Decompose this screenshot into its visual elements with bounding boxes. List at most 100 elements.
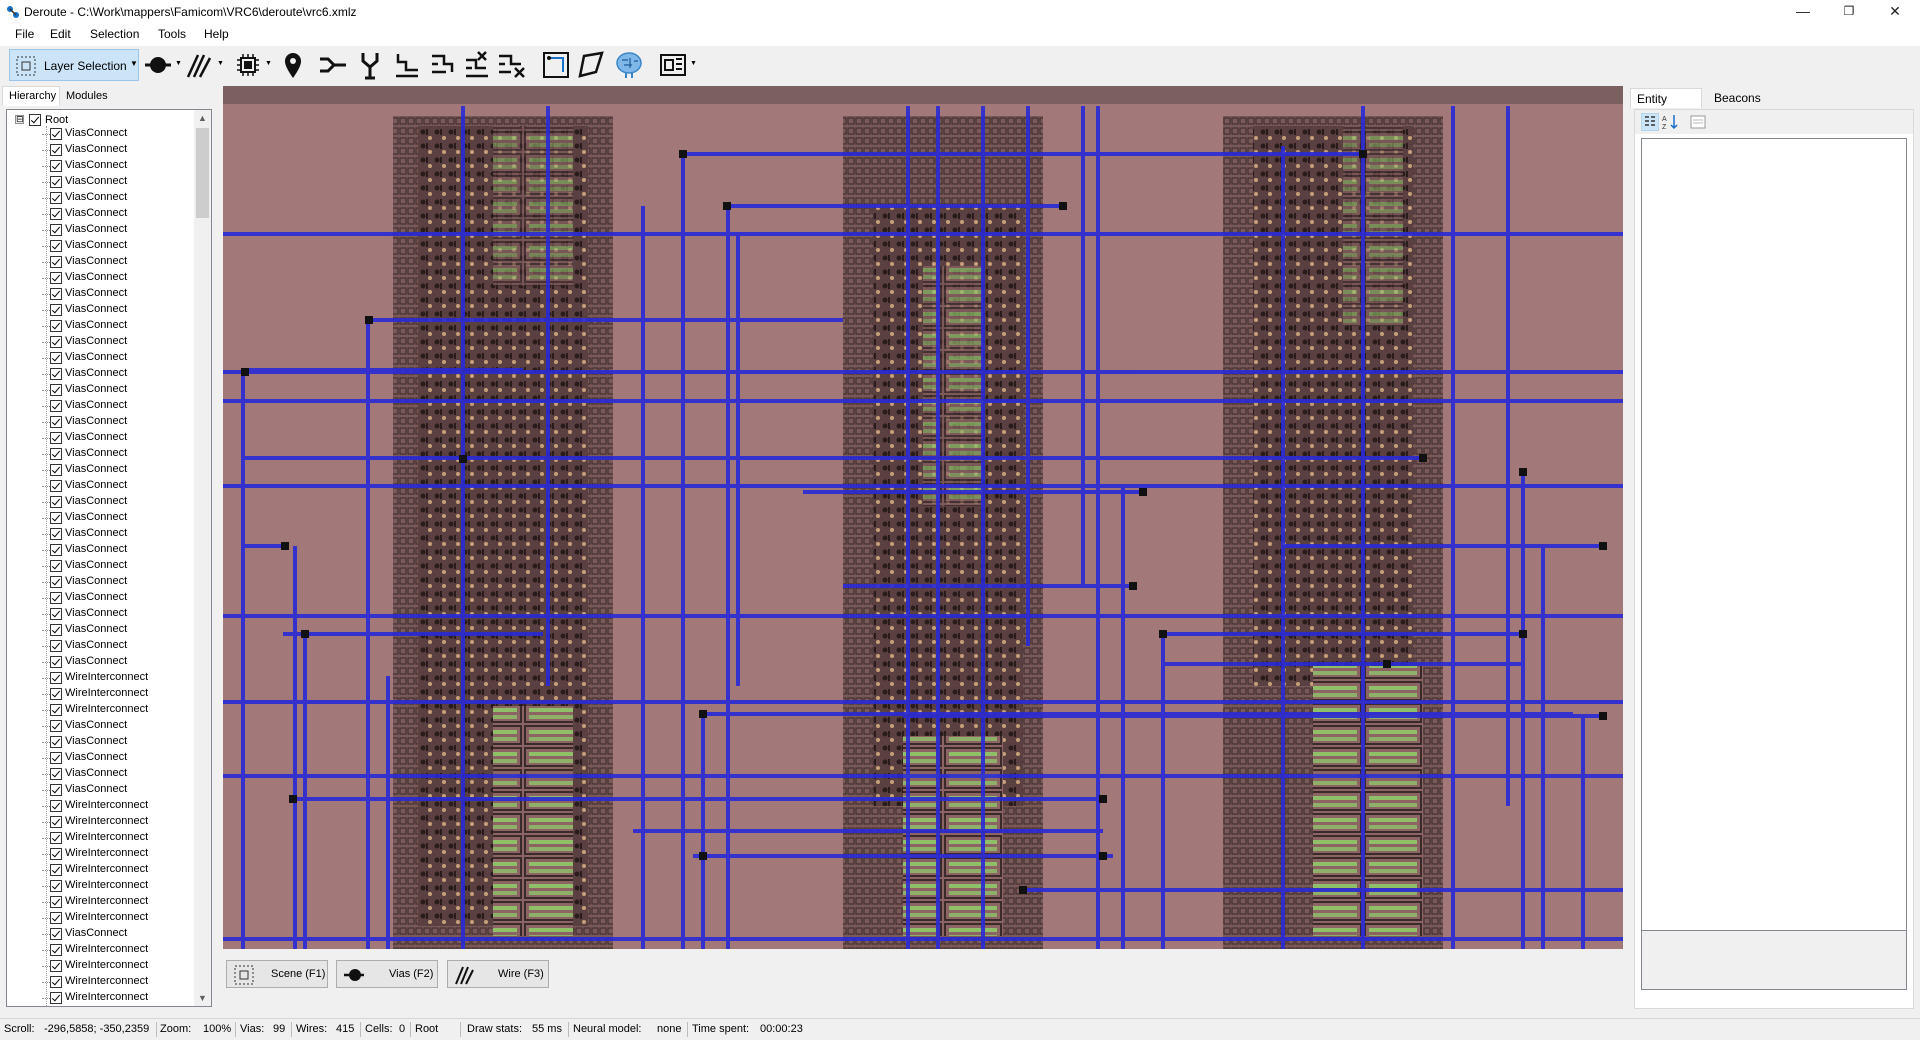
property-pages-icon[interactable]: [1689, 113, 1707, 131]
tree-item[interactable]: ViasConnect: [7, 446, 197, 462]
tree-item-checkbox[interactable]: [50, 192, 62, 204]
tree-item[interactable]: ViasConnect: [7, 558, 197, 574]
tree-item-checkbox[interactable]: [50, 176, 62, 188]
wire-dropdown-icon[interactable]: ▼: [217, 60, 224, 67]
tree-item[interactable]: WireInterconnect: [7, 910, 197, 926]
tree-item-checkbox[interactable]: [50, 304, 62, 316]
sort-alpha-icon[interactable]: AZ: [1661, 113, 1679, 131]
stairs-tool-button[interactable]: [392, 50, 422, 80]
tree-item[interactable]: ViasConnect: [7, 718, 197, 734]
tree-item-checkbox[interactable]: [50, 576, 62, 588]
property-grid[interactable]: [1641, 138, 1907, 944]
tree-item-checkbox[interactable]: [50, 720, 62, 732]
menu-edit[interactable]: Edit: [50, 27, 71, 41]
tree-item[interactable]: WireInterconnect: [7, 798, 197, 814]
tree-item[interactable]: WireInterconnect: [7, 670, 197, 686]
menu-file[interactable]: File: [15, 27, 34, 41]
tree-item-checkbox[interactable]: [50, 144, 62, 156]
restore-button[interactable]: ❐: [1826, 0, 1872, 24]
tree-item[interactable]: ViasConnect: [7, 238, 197, 254]
tree-item[interactable]: ViasConnect: [7, 398, 197, 414]
tree-item[interactable]: ViasConnect: [7, 318, 197, 334]
split-tool-button[interactable]: [355, 50, 385, 80]
tree-item[interactable]: ViasConnect: [7, 526, 197, 542]
tree-item-checkbox[interactable]: [50, 432, 62, 444]
tree-item-checkbox[interactable]: [50, 448, 62, 460]
tree-item-checkbox[interactable]: [50, 832, 62, 844]
tree-item[interactable]: ViasConnect: [7, 174, 197, 190]
tree-item-checkbox[interactable]: [50, 896, 62, 908]
tree-item-checkbox[interactable]: [50, 912, 62, 924]
tab-hierarchy[interactable]: Hierarchy: [2, 86, 60, 106]
vias-tool-button[interactable]: [143, 50, 173, 80]
tree-item[interactable]: ViasConnect: [7, 766, 197, 782]
tree-item[interactable]: WireInterconnect: [7, 894, 197, 910]
tree-item-checkbox[interactable]: [50, 592, 62, 604]
tree-item-checkbox[interactable]: [50, 752, 62, 764]
scene-mode-button[interactable]: Scene (F1): [226, 960, 328, 988]
collapse-icon[interactable]: ⊟: [15, 115, 24, 124]
tree-item[interactable]: ViasConnect: [7, 926, 197, 942]
tree-item[interactable]: ViasConnect: [7, 270, 197, 286]
tree-item-checkbox[interactable]: [50, 160, 62, 172]
close-button[interactable]: ✕: [1872, 0, 1918, 24]
stairs-remove-tool-button[interactable]: [497, 50, 527, 80]
tree-item-checkbox[interactable]: [50, 544, 62, 556]
tree-item[interactable]: ViasConnect: [7, 574, 197, 590]
tree-item-checkbox[interactable]: [50, 928, 62, 940]
tree-item-checkbox[interactable]: [50, 208, 62, 220]
tree-item-checkbox[interactable]: [50, 688, 62, 700]
tree-item[interactable]: ViasConnect: [7, 286, 197, 302]
wire-tool-button[interactable]: [185, 50, 215, 80]
tree-item[interactable]: ViasConnect: [7, 494, 197, 510]
layer-selection-button[interactable]: Layer Selection ▼: [9, 49, 139, 81]
tree-item-checkbox[interactable]: [50, 496, 62, 508]
neural-tool-button[interactable]: [614, 50, 644, 80]
dropdown-arrow-icon[interactable]: ▼: [130, 59, 138, 68]
tree-item-checkbox[interactable]: [50, 864, 62, 876]
tree-item[interactable]: ViasConnect: [7, 158, 197, 174]
tree-item-checkbox[interactable]: [50, 816, 62, 828]
die-viewport[interactable]: [223, 86, 1623, 949]
tree-item[interactable]: WireInterconnect: [7, 686, 197, 702]
tree-item[interactable]: ViasConnect: [7, 430, 197, 446]
tree-item-checkbox[interactable]: [50, 640, 62, 652]
tree-item-checkbox[interactable]: [50, 848, 62, 860]
tree-item[interactable]: WireInterconnect: [7, 942, 197, 958]
tree-item-checkbox[interactable]: [50, 224, 62, 236]
tree-item[interactable]: ViasConnect: [7, 382, 197, 398]
tree-item[interactable]: WireInterconnect: [7, 814, 197, 830]
tree-item-checkbox[interactable]: [50, 512, 62, 524]
tree-item-checkbox[interactable]: [50, 560, 62, 572]
wire-mode-button[interactable]: Wire (F3): [447, 960, 549, 988]
stairs-reverse-tool-button[interactable]: [428, 50, 458, 80]
tree-item-checkbox[interactable]: [50, 784, 62, 796]
tree-item[interactable]: ViasConnect: [7, 206, 197, 222]
tree-item[interactable]: WireInterconnect: [7, 958, 197, 974]
tree-item[interactable]: ViasConnect: [7, 510, 197, 526]
stairs-x-tool-button[interactable]: [462, 50, 492, 80]
menu-help[interactable]: Help: [204, 27, 229, 41]
tree-item[interactable]: WireInterconnect: [7, 830, 197, 846]
cell-tool-button[interactable]: [233, 50, 263, 80]
module-tool-button[interactable]: [658, 50, 688, 80]
tree-item[interactable]: WireInterconnect: [7, 702, 197, 718]
tree-item[interactable]: ViasConnect: [7, 590, 197, 606]
tree-item-checkbox[interactable]: [50, 992, 62, 1004]
scroll-up-icon[interactable]: ▲: [198, 113, 207, 123]
tree-item-checkbox[interactable]: [50, 256, 62, 268]
tree-item-checkbox[interactable]: [50, 736, 62, 748]
tree-item-checkbox[interactable]: [50, 480, 62, 492]
tree-item[interactable]: ViasConnect: [7, 654, 197, 670]
tree-item[interactable]: ViasConnect: [7, 366, 197, 382]
tree-item[interactable]: ViasConnect: [7, 350, 197, 366]
tree-item[interactable]: WireInterconnect: [7, 990, 197, 1006]
menu-selection[interactable]: Selection: [90, 27, 139, 41]
tree-item[interactable]: ViasConnect: [7, 734, 197, 750]
tree-item[interactable]: ViasConnect: [7, 190, 197, 206]
scroll-thumb[interactable]: [196, 128, 209, 218]
fit-tool-button[interactable]: [541, 50, 571, 80]
tree-item-checkbox[interactable]: [50, 288, 62, 300]
tree-item-checkbox[interactable]: [50, 976, 62, 988]
tree-item-checkbox[interactable]: [50, 944, 62, 956]
